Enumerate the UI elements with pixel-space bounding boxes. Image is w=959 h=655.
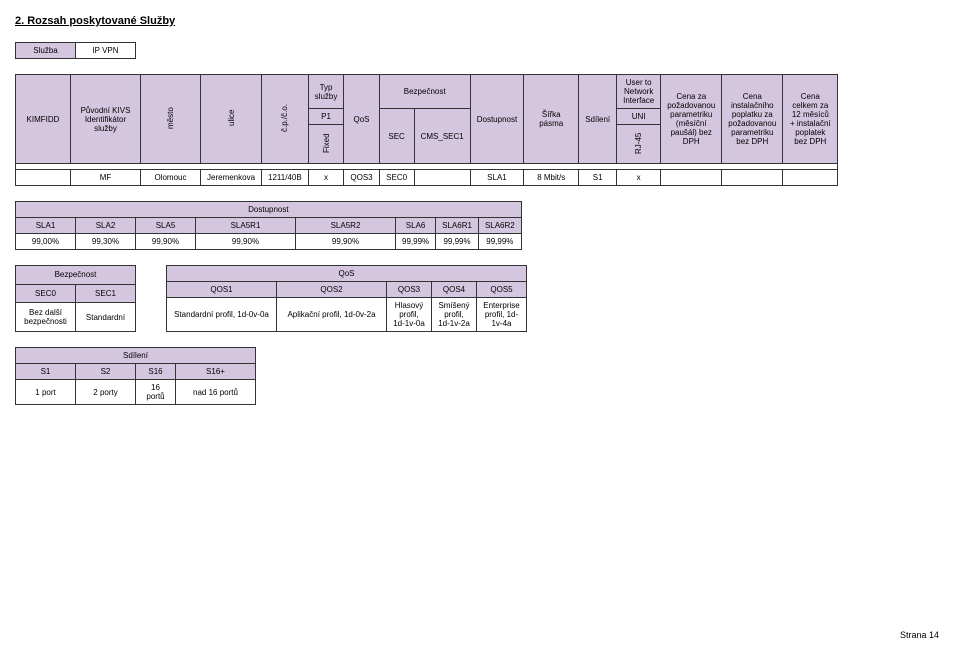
sdil-h: S2 <box>76 364 136 380</box>
qos-title: QoS <box>167 266 527 282</box>
main-table: KIMFIDD Původní KIVS Identifikátor služb… <box>15 74 838 186</box>
sdileni-table: Sdílení S1 S2 S16 S16+ 1 port 2 porty 16… <box>15 347 256 405</box>
dost-v: 99,90% <box>296 234 396 250</box>
qos-h: QOS1 <box>167 282 277 298</box>
bezp-title: Bezpečnost <box>16 266 136 285</box>
dost-h: SLA6R1 <box>436 218 479 234</box>
qos-h: QOS2 <box>277 282 387 298</box>
h-sirka: Šířka pásma <box>524 75 579 164</box>
sdil-h: S16 <box>136 364 176 380</box>
h-rj45: RJ-45 <box>617 125 661 164</box>
dost-title: Dostupnost <box>16 202 522 218</box>
h-cena3: Cena celkem za 12 měsíců + instalační po… <box>783 75 838 164</box>
cell-rj: x <box>617 170 661 186</box>
h-cena2: Cena instalačního poplatku za požadovano… <box>722 75 783 164</box>
cell-cms <box>414 170 470 186</box>
dost-v: 99,30% <box>76 234 136 250</box>
qos-v: Hlasový profil, 1d-1v-0a <box>387 298 432 332</box>
h-ulice: ulice <box>201 75 262 164</box>
h-sdil: Sdílení <box>579 75 617 164</box>
cell-dost: SLA1 <box>470 170 523 186</box>
cell-mesto: Olomouc <box>141 170 201 186</box>
h-cms: CMS_SEC1 <box>414 109 470 164</box>
bezp-h: SEC0 <box>16 284 76 303</box>
dost-h: SLA5R1 <box>196 218 296 234</box>
qos-h: QOS5 <box>477 282 527 298</box>
bezpecnost-table: Bezpečnost SEC0 SEC1 Bez další bezpečnos… <box>15 265 136 332</box>
sdil-v: 1 port <box>16 380 76 405</box>
dost-h: SLA1 <box>16 218 76 234</box>
dost-v: 99,90% <box>136 234 196 250</box>
cell-mf: MF <box>71 170 141 186</box>
dost-h: SLA5 <box>136 218 196 234</box>
cell-cena1 <box>661 170 722 186</box>
h-p1: P1 <box>308 109 344 125</box>
h-uni: UNI <box>617 109 661 125</box>
cell-cena2 <box>722 170 783 186</box>
dost-v: 99,90% <box>196 234 296 250</box>
section-title: 2. Rozsah poskytované Služby <box>15 15 944 27</box>
h-bezp: Bezpečnost <box>379 75 470 109</box>
h-mesto: město <box>141 75 201 164</box>
dost-h: SLA2 <box>76 218 136 234</box>
qos-h: QOS4 <box>432 282 477 298</box>
cell-fixed: x <box>308 170 344 186</box>
sluzba-value: IP VPN <box>76 43 136 59</box>
h-cena1: Cena za požadovanou parametriku (měsíční… <box>661 75 722 164</box>
qos-table: QoS QOS1 QOS2 QOS3 QOS4 QOS5 Standardní … <box>166 265 527 332</box>
dost-v: 99,99% <box>436 234 479 250</box>
sdil-h: S1 <box>16 364 76 380</box>
cell <box>16 170 71 186</box>
h-kimfidd: KIMFIDD <box>16 75 71 164</box>
h-dost: Dostupnost <box>470 75 523 164</box>
dost-h: SLA6 <box>396 218 436 234</box>
cell-cp: 1211/40B <box>262 170 309 186</box>
sdil-v: 2 porty <box>76 380 136 405</box>
sdil-h: S16+ <box>176 364 256 380</box>
cell-ulice: Jeremenkova <box>201 170 262 186</box>
dost-v: 99,99% <box>396 234 436 250</box>
h-puvodni: Původní KIVS Identifikátor služby <box>71 75 141 164</box>
h-qos: QoS <box>344 75 379 164</box>
cell-cena3 <box>783 170 838 186</box>
h-sec: SEC <box>379 109 414 164</box>
qos-h: QOS3 <box>387 282 432 298</box>
cell-sirka: 8 Mbit/s <box>524 170 579 186</box>
bezp-v: Bez další bezpečnosti <box>16 303 76 332</box>
cell-sdil: S1 <box>579 170 617 186</box>
sdil-v: 16 portů <box>136 380 176 405</box>
h-user: User to Network Interface <box>617 75 661 109</box>
bezp-h: SEC1 <box>76 284 136 303</box>
dost-v: 99,00% <box>16 234 76 250</box>
qos-v: Standardní profil, 1d-0v-0a <box>167 298 277 332</box>
cell-sec: SEC0 <box>379 170 414 186</box>
h-cp: č.p./č.o. <box>262 75 309 164</box>
dostupnost-table: Dostupnost SLA1 SLA2 SLA5 SLA5R1 SLA5R2 … <box>15 201 522 250</box>
cell-qos: QOS3 <box>344 170 379 186</box>
sluzba-header: Služba <box>16 43 76 59</box>
data-row: MF Olomouc Jeremenkova 1211/40B x QOS3 S… <box>16 170 838 186</box>
bezp-v: Standardní <box>76 303 136 332</box>
qos-v: Enterprise profil, 1d-1v-4a <box>477 298 527 332</box>
sluzba-table: Služba IP VPN <box>15 42 136 59</box>
sdil-title: Sdílení <box>16 348 256 364</box>
dost-h: SLA6R2 <box>478 218 521 234</box>
sdil-v: nad 16 portů <box>176 380 256 405</box>
page-footer: Strana 14 <box>900 630 939 640</box>
h-fixed: Fixed <box>308 125 344 164</box>
qos-v: Aplikační profil, 1d-0v-2a <box>277 298 387 332</box>
dost-h: SLA5R2 <box>296 218 396 234</box>
h-typ: Typ služby <box>308 75 344 109</box>
qos-v: Smíšený profil, 1d-1v-2a <box>432 298 477 332</box>
dost-v: 99,99% <box>478 234 521 250</box>
